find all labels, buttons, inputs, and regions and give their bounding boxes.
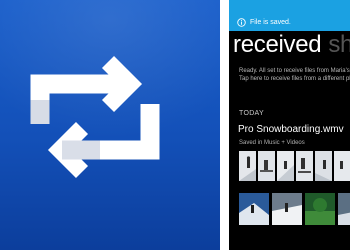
pivot-header: received sha	[233, 30, 350, 60]
section-header-today: TODAY	[239, 110, 264, 117]
app-tile[interactable]	[0, 0, 220, 250]
thumbnail	[296, 151, 313, 181]
status-line-tap: Tap here to receive files from a differe…	[239, 76, 350, 82]
file-meta: Saved in Music + Videos	[239, 140, 305, 146]
file-title[interactable]: Pro Snowboarding.wmv	[238, 124, 344, 136]
thumbnail	[239, 151, 256, 181]
toast-text: File is saved.	[250, 19, 291, 26]
pivot-tab-received[interactable]: received	[233, 31, 322, 58]
thumbnail	[258, 151, 275, 181]
photo-tile	[272, 193, 302, 225]
phone-screen: File is saved. received sha Ready. All se…	[229, 0, 350, 250]
thumbnail	[315, 151, 332, 181]
status-text[interactable]: Ready. All set to receive files from Mar…	[239, 67, 350, 83]
toast-notification[interactable]: File is saved.	[229, 0, 350, 31]
photo-tile	[305, 193, 335, 225]
sync-arrows-icon	[30, 55, 160, 179]
info-circle-icon	[237, 18, 246, 27]
photo-tile	[338, 193, 350, 225]
status-line-ready: Ready. All set to receive files from Mar…	[239, 68, 350, 74]
thumbnail	[277, 151, 294, 181]
photo-tile	[239, 193, 269, 225]
thumbnail	[334, 151, 350, 181]
pivot-tab-next[interactable]: sha	[328, 31, 350, 58]
